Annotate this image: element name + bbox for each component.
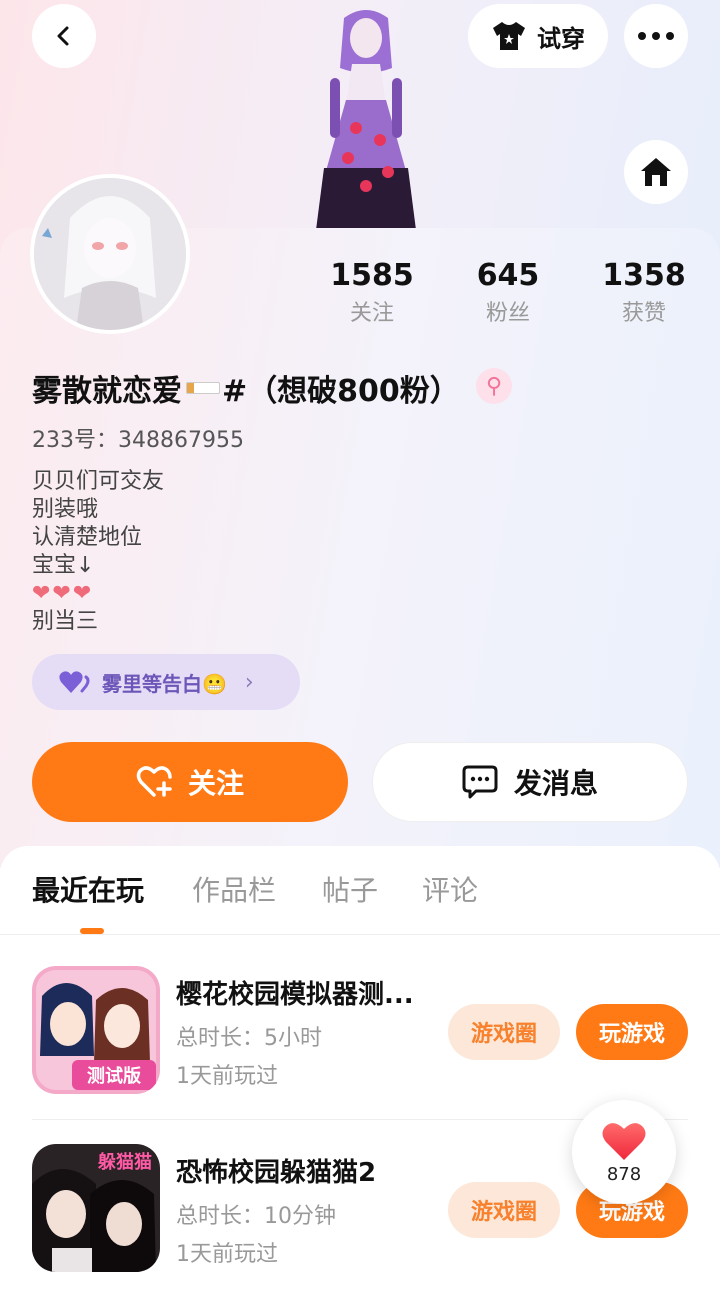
tab-works[interactable]: 作品栏	[192, 866, 276, 916]
bio-hearts: ❤❤❤	[32, 581, 94, 606]
play-game-button[interactable]: 玩游戏	[576, 1004, 688, 1060]
game-circle-button[interactable]: 游戏圈	[448, 1182, 560, 1238]
bio-line: 别装哦	[32, 497, 99, 522]
bio-line: 宝宝↓	[32, 553, 95, 578]
stat-following[interactable]: 1585 关注	[312, 256, 432, 332]
stat-likes[interactable]: 1358 获赞	[584, 256, 704, 332]
more-icon	[638, 32, 674, 40]
more-button[interactable]	[624, 4, 688, 68]
chevron-right-icon: ›	[244, 669, 254, 695]
stat-likes-count: 1358	[602, 258, 686, 293]
stat-followers[interactable]: 645 粉丝	[448, 256, 568, 332]
bio-line: 认清楚地位	[32, 525, 143, 550]
game-icon-badge: 躲猫猫	[98, 1151, 152, 1173]
tab-posts[interactable]: 帖子	[322, 866, 378, 916]
game-icon-badge: 测试版	[87, 1065, 141, 1087]
follow-label: 关注	[187, 767, 244, 800]
nickname-text-2: #（想破800粉）	[222, 374, 460, 409]
double-heart-icon	[59, 671, 90, 693]
chat-bubble-icon	[462, 765, 498, 799]
nickname-text-1: 雾散就恋爱	[32, 374, 182, 409]
like-count: 878	[606, 1163, 642, 1185]
avatar-image	[34, 178, 186, 330]
message-button[interactable]: 发消息	[372, 742, 688, 822]
game-circle-button[interactable]: 游戏圈	[448, 1004, 560, 1060]
game-duration: 总时长：10分钟	[176, 1204, 336, 1229]
avatar[interactable]	[30, 174, 190, 334]
list-item[interactable]: 测试版 樱花校园模拟器测... 总时长：5小时 1天前玩过 游戏圈 玩游戏	[32, 966, 688, 1096]
stat-followers-count: 645	[476, 258, 540, 293]
follow-button[interactable]: 关注	[32, 742, 348, 822]
user-id[interactable]: 233号：348867955	[32, 422, 244, 454]
game-icon-sakura[interactable]: 测试版	[32, 966, 160, 1094]
tab-recently-played[interactable]: 最近在玩	[32, 866, 144, 916]
try-on-label: 试穿	[537, 24, 585, 53]
bio-line: 别当三	[32, 609, 99, 634]
nickname: 雾散就恋爱 #（想破800粉）	[32, 366, 460, 410]
game-duration: 总时长：5小时	[176, 1026, 322, 1051]
confess-button[interactable]: 雾里等告白😬 ›	[32, 654, 300, 710]
game-last-played: 1天前玩过	[176, 1064, 278, 1089]
stat-likes-label: 获赞	[621, 301, 666, 326]
home-icon	[641, 158, 671, 186]
heart-icon	[602, 1122, 646, 1160]
stat-followers-label: 粉丝	[485, 301, 530, 326]
shirt-icon	[493, 22, 525, 50]
try-on-button[interactable]: 试穿	[468, 4, 608, 68]
stat-following-count: 1585	[330, 258, 414, 293]
game-title[interactable]: 恐怖校园躲猫猫2	[176, 1152, 436, 1189]
game-last-played: 1天前玩过	[176, 1242, 278, 1267]
back-icon	[57, 26, 69, 46]
tabs-divider	[0, 934, 720, 935]
back-button[interactable]	[32, 4, 96, 68]
home-button[interactable]	[624, 140, 688, 204]
bio: 贝贝们可交友 别装哦 认清楚地位 宝宝↓ ❤❤❤ 别当三	[32, 468, 164, 636]
bio-line: 贝贝们可交友	[32, 469, 165, 494]
avatar-3d-figure[interactable]	[296, 8, 436, 230]
cigarette-emoji	[186, 382, 220, 394]
gender-female-icon: ⚲	[476, 368, 512, 404]
game-icon-horror-school[interactable]: 躲猫猫	[32, 1144, 160, 1272]
stat-following-label: 关注	[349, 301, 394, 326]
game-title[interactable]: 樱花校园模拟器测...	[176, 974, 436, 1011]
tab-comments[interactable]: 评论	[422, 866, 478, 916]
like-floating-button[interactable]: 878	[572, 1100, 676, 1204]
heart-plus-icon	[136, 766, 172, 797]
confess-label: 雾里等告白😬	[102, 671, 227, 696]
profile-tabs: 最近在玩 作品栏 帖子 评论	[0, 866, 720, 926]
message-label: 发消息	[513, 767, 598, 800]
